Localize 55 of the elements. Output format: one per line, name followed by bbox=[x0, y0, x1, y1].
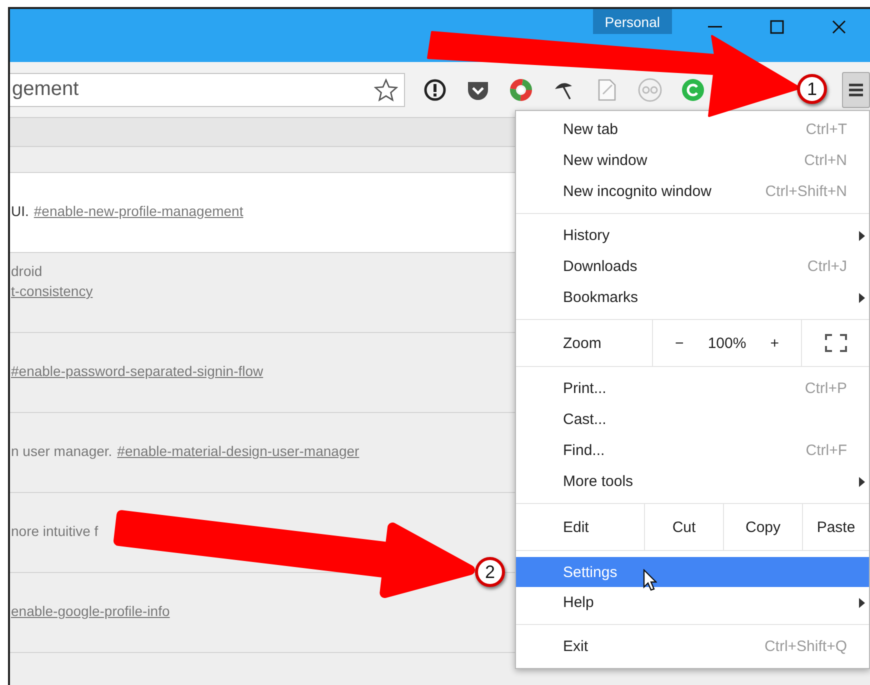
flag-link[interactable]: #enable-password-separated-signin-flow bbox=[11, 363, 264, 379]
shortcut-label: Ctrl+P bbox=[804, 380, 847, 397]
menu-button[interactable] bbox=[842, 72, 870, 108]
menu-item[interactable]: Exit Ctrl+Shift+Q bbox=[516, 631, 869, 662]
menu-item[interactable]: Help bbox=[516, 587, 869, 618]
minimize-icon[interactable] bbox=[708, 26, 722, 28]
shortcut-label: Ctrl+Shift+N bbox=[765, 183, 847, 200]
menu-item[interactable]: Downloads Ctrl+J bbox=[516, 251, 869, 282]
flag-description: n user manager. bbox=[11, 443, 112, 459]
exclamation-circle-icon[interactable] bbox=[422, 78, 446, 102]
shortcut-label: Ctrl+N bbox=[804, 152, 847, 169]
zoom-in-button[interactable]: + bbox=[770, 334, 779, 352]
flag-link[interactable]: #enable-material-design-user-manager bbox=[117, 443, 360, 459]
edit-action-button[interactable]: Paste bbox=[802, 504, 869, 550]
profile-badge[interactable]: Personal bbox=[592, 9, 672, 34]
menu-item[interactable]: Print... Ctrl+P bbox=[516, 373, 869, 404]
flag-link[interactable]: t-consistency bbox=[11, 283, 93, 299]
menu-item[interactable]: New incognito window Ctrl+Shift+N bbox=[516, 176, 869, 207]
edit-label: Edit bbox=[563, 518, 589, 536]
address-field[interactable]: gement bbox=[10, 72, 405, 106]
edit-action-button[interactable]: Copy bbox=[723, 504, 802, 550]
bookmark-star-icon[interactable] bbox=[374, 78, 398, 102]
address-input[interactable]: gement bbox=[12, 78, 312, 101]
menu-item[interactable]: New window Ctrl+N bbox=[516, 145, 869, 176]
submenu-caret-icon bbox=[859, 231, 865, 241]
menu-item[interactable]: Bookmarks bbox=[516, 282, 869, 313]
pointer-icon bbox=[643, 569, 657, 591]
maximize-icon[interactable] bbox=[770, 20, 784, 34]
menu-item[interactable]: Find... Ctrl+F bbox=[516, 435, 869, 466]
shortcut-label: Ctrl+F bbox=[806, 442, 847, 459]
shortcut-label: Ctrl+Shift+Q bbox=[764, 638, 847, 655]
circle-icon[interactable] bbox=[680, 78, 704, 102]
shortcut-label: Ctrl+T bbox=[806, 121, 847, 138]
submenu-caret-icon bbox=[859, 598, 865, 608]
zoom-label: Zoom bbox=[563, 334, 602, 352]
ring-icon[interactable] bbox=[508, 78, 532, 102]
flag-description: droid bbox=[11, 263, 42, 279]
menu-item[interactable]: Cast... bbox=[516, 404, 869, 435]
flag-description: UI. bbox=[11, 203, 29, 219]
zoom-value: 100% bbox=[708, 334, 746, 352]
submenu-caret-icon bbox=[859, 293, 865, 303]
zoom-out-button[interactable]: − bbox=[675, 334, 684, 352]
flag-description: nore intuitive f bbox=[11, 523, 98, 539]
shortcut-label: Ctrl+J bbox=[807, 258, 847, 275]
fullscreen-icon[interactable] bbox=[824, 334, 846, 352]
flag-link[interactable]: enable-google-profile-info bbox=[11, 603, 170, 619]
flag-link[interactable]: #enable-new-profile-management bbox=[34, 203, 244, 219]
menu-item[interactable]: More tools bbox=[516, 466, 869, 497]
menu-item[interactable]: New tab Ctrl+T bbox=[516, 114, 869, 145]
menu-item[interactable]: History bbox=[516, 220, 869, 251]
edit-action-button[interactable]: Cut bbox=[644, 504, 723, 550]
menu-icon bbox=[849, 82, 863, 96]
menu-item[interactable]: Settings bbox=[516, 557, 869, 587]
submenu-caret-icon bbox=[859, 477, 865, 487]
close-icon[interactable] bbox=[832, 20, 846, 34]
